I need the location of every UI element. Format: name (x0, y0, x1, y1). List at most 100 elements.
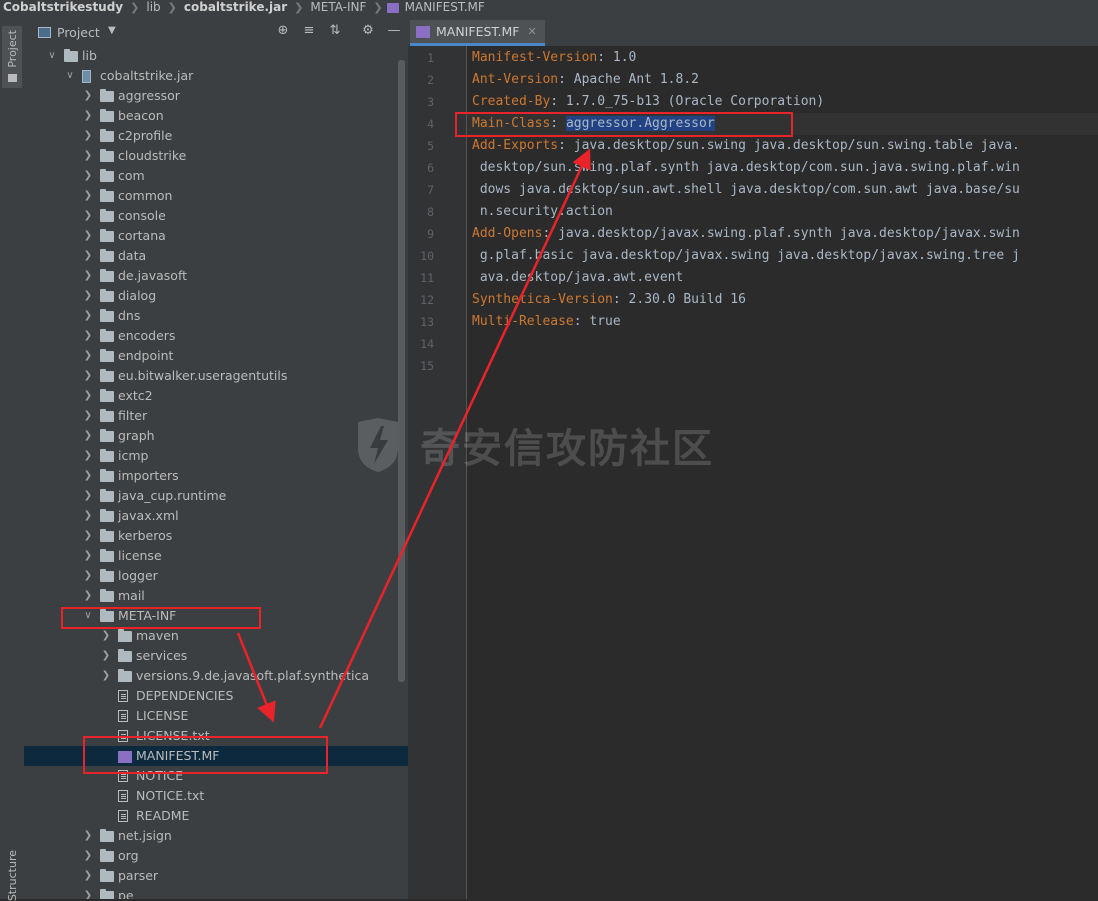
tree-item[interactable]: ❯ cortana (24, 226, 408, 246)
tree-item-label: README (136, 808, 190, 823)
project-title[interactable]: Project (57, 25, 100, 40)
chevron-right-icon[interactable]: ❯ (83, 186, 93, 206)
chevron-right-icon[interactable]: ❯ (83, 886, 93, 899)
chevron-right-icon[interactable]: ❯ (83, 226, 93, 246)
tree-item[interactable]: README (24, 806, 408, 826)
chevron-right-icon[interactable]: ❯ (101, 646, 111, 666)
code-line: ava.desktop/java.awt.event (472, 267, 684, 289)
expand-all-icon[interactable]: ≡ (301, 23, 317, 39)
tree-scrollbar[interactable] (398, 60, 405, 682)
chevron-right-icon[interactable]: ❯ (83, 366, 93, 386)
tree-item[interactable]: ❯ aggressor (24, 86, 408, 106)
breadcrumb-item[interactable]: cobaltstrike.jar (181, 0, 290, 14)
watermark-text: 奇安信攻防社区 (420, 426, 714, 472)
chevron-right-icon[interactable]: ❯ (83, 346, 93, 366)
tree-item[interactable]: ❯ maven (24, 626, 408, 646)
line-number: 9 (427, 227, 434, 241)
tree-item[interactable]: ❯ pe (24, 886, 408, 899)
tree-item[interactable]: ❯ logger (24, 566, 408, 586)
tree-item[interactable]: ❯ mail (24, 586, 408, 606)
chevron-right-icon[interactable]: ❯ (83, 166, 93, 186)
chevron-right-icon[interactable]: ❯ (83, 866, 93, 886)
tree-item[interactable]: MANIFEST.MF (24, 746, 408, 766)
tree-item[interactable]: ❯ org (24, 846, 408, 866)
close-icon[interactable]: ✕ (528, 25, 537, 38)
chevron-right-icon[interactable]: ❯ (83, 846, 93, 866)
chevron-right-icon[interactable]: ❯ (83, 406, 93, 426)
chevron-right-icon[interactable]: ❯ (83, 126, 93, 146)
chevron-right-icon[interactable]: ❯ (83, 206, 93, 226)
tree-item[interactable]: ∨ lib (24, 46, 408, 66)
chevron-right-icon[interactable]: ❯ (83, 286, 93, 306)
chevron-right-icon[interactable]: ❯ (101, 626, 111, 646)
tree-item[interactable]: ❯ c2profile (24, 126, 408, 146)
chevron-right-icon[interactable]: ❯ (83, 446, 93, 466)
tree-item[interactable]: ❯ common (24, 186, 408, 206)
tree-item[interactable]: ❯ endpoint (24, 346, 408, 366)
tree-item[interactable]: ❯ de.javasoft (24, 266, 408, 286)
text-file-icon (118, 710, 128, 722)
chevron-down-icon[interactable]: ▼ (108, 25, 116, 36)
tree-item[interactable]: ❯ eu.bitwalker.useragentutils (24, 366, 408, 386)
tree-item[interactable]: ❯ parser (24, 866, 408, 886)
tree-item[interactable]: ❯ beacon (24, 106, 408, 126)
chevron-right-icon[interactable]: ❯ (101, 666, 111, 686)
chevron-right-icon[interactable]: ❯ (83, 586, 93, 606)
tree-item-label: dialog (118, 288, 157, 303)
tree-item[interactable]: ❯ services (24, 646, 408, 666)
chevron-right-icon[interactable]: ❯ (83, 546, 93, 566)
tree-item[interactable]: LICENSE.txt (24, 726, 408, 746)
tree-item[interactable]: NOTICE (24, 766, 408, 786)
folder-icon (100, 169, 114, 182)
tree-item[interactable]: NOTICE.txt (24, 786, 408, 806)
structure-tool-tab[interactable]: Structure (2, 850, 22, 901)
editor-tab-manifest[interactable]: MANIFEST.MF ✕ (410, 20, 545, 46)
tree-item[interactable]: ❯ data (24, 246, 408, 266)
gear-icon[interactable]: ⚙ (360, 23, 376, 39)
chevron-right-icon[interactable]: ❯ (83, 486, 93, 506)
chevron-right-icon[interactable]: ❯ (83, 466, 93, 486)
tree-item[interactable]: ❯ license (24, 546, 408, 566)
tree-item[interactable]: ❯ javax.xml (24, 506, 408, 526)
breadcrumb-item[interactable]: MANIFEST.MF (402, 0, 488, 14)
code-line: dows java.desktop/sun.awt.shell java.des… (472, 179, 1020, 201)
tree-item[interactable]: ❯ cloudstrike (24, 146, 408, 166)
tree-item[interactable]: LICENSE (24, 706, 408, 726)
tree-item[interactable]: ❯ kerberos (24, 526, 408, 546)
locate-icon[interactable]: ⊕ (275, 23, 291, 39)
tree-item[interactable]: ❯ java_cup.runtime (24, 486, 408, 506)
breadcrumb-item[interactable]: Cobaltstrikestudy (0, 0, 126, 14)
chevron-right-icon[interactable]: ❯ (83, 386, 93, 406)
chevron-right-icon[interactable]: ❯ (83, 826, 93, 846)
tree-item[interactable]: ❯ encoders (24, 326, 408, 346)
chevron-down-icon[interactable]: ∨ (83, 606, 93, 626)
tree-item[interactable]: ∨ cobaltstrike.jar (24, 66, 408, 86)
chevron-right-icon[interactable]: ❯ (83, 526, 93, 546)
chevron-right-icon[interactable]: ❯ (83, 86, 93, 106)
chevron-right-icon[interactable]: ❯ (83, 566, 93, 586)
chevron-down-icon[interactable]: ∨ (65, 66, 75, 86)
chevron-right-icon[interactable]: ❯ (83, 506, 93, 526)
tree-item[interactable]: ❯ dialog (24, 286, 408, 306)
tree-item[interactable]: ❯ com (24, 166, 408, 186)
tree-item[interactable]: ❯ versions.9.de.javasoft.plaf.synthetica (24, 666, 408, 686)
breadcrumb-item[interactable]: lib (143, 0, 163, 14)
chevron-right-icon[interactable]: ❯ (83, 326, 93, 346)
tree-item[interactable]: ❯ dns (24, 306, 408, 326)
tree-item[interactable]: ❯ extc2 (24, 386, 408, 406)
chevron-right-icon[interactable]: ❯ (83, 246, 93, 266)
chevron-down-icon[interactable]: ∨ (47, 46, 57, 66)
tree-item[interactable]: ❯ net.jsign (24, 826, 408, 846)
chevron-right-icon[interactable]: ❯ (83, 106, 93, 126)
tree-item[interactable]: ∨ META-INF (24, 606, 408, 626)
project-tool-tab[interactable]: Project (2, 26, 22, 88)
chevron-right-icon[interactable]: ❯ (83, 426, 93, 446)
breadcrumb-item[interactable]: META-INF (307, 0, 369, 14)
tree-item[interactable]: DEPENDENCIES (24, 686, 408, 706)
chevron-right-icon[interactable]: ❯ (83, 266, 93, 286)
collapse-all-icon[interactable]: ⇅ (327, 23, 343, 39)
chevron-right-icon[interactable]: ❯ (83, 146, 93, 166)
chevron-right-icon[interactable]: ❯ (83, 306, 93, 326)
tree-item[interactable]: ❯ console (24, 206, 408, 226)
minimize-icon[interactable]: — (386, 23, 402, 39)
